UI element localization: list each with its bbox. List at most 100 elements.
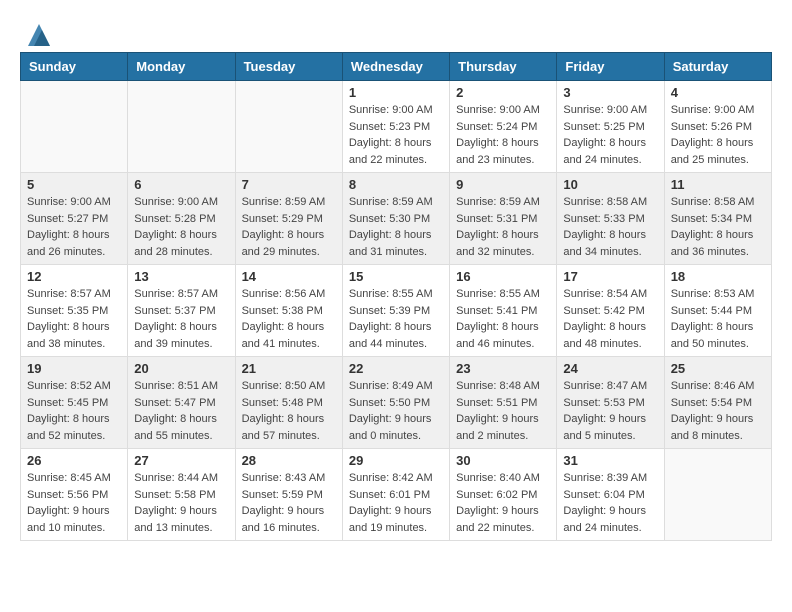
calendar-cell: 21 Sunrise: 8:50 AMSunset: 5:48 PMDayligh… xyxy=(235,357,342,449)
day-number: 28 xyxy=(242,453,336,468)
day-info: Sunrise: 8:59 AMSunset: 5:31 PMDaylight:… xyxy=(456,194,550,260)
day-number: 16 xyxy=(456,269,550,284)
day-number: 21 xyxy=(242,361,336,376)
day-number: 7 xyxy=(242,177,336,192)
day-number: 30 xyxy=(456,453,550,468)
day-number: 3 xyxy=(563,85,657,100)
logo-icon xyxy=(24,20,54,50)
day-number: 4 xyxy=(671,85,765,100)
day-info: Sunrise: 8:55 AMSunset: 5:41 PMDaylight:… xyxy=(456,286,550,352)
day-info: Sunrise: 8:52 AMSunset: 5:45 PMDaylight:… xyxy=(27,378,121,444)
calendar-week-row: 26 Sunrise: 8:45 AMSunset: 5:56 PMDayligh… xyxy=(21,449,772,541)
day-number: 17 xyxy=(563,269,657,284)
calendar-cell: 5Sunrise: 9:00 AMSunset: 5:27 PMDaylight… xyxy=(21,173,128,265)
day-number: 20 xyxy=(134,361,228,376)
calendar-cell: 22 Sunrise: 8:49 AMSunset: 5:50 PMDayligh… xyxy=(342,357,449,449)
calendar-cell: 7 Sunrise: 8:59 AMSunset: 5:29 PMDaylight… xyxy=(235,173,342,265)
day-info: Sunrise: 9:00 AMSunset: 5:26 PMDaylight:… xyxy=(671,102,765,168)
day-number: 10 xyxy=(563,177,657,192)
calendar-cell: 10Sunrise: 8:58 AMSunset: 5:33 PMDayligh… xyxy=(557,173,664,265)
calendar-cell: 16 Sunrise: 8:55 AMSunset: 5:41 PMDayligh… xyxy=(450,265,557,357)
day-number: 25 xyxy=(671,361,765,376)
weekday-header-saturday: Saturday xyxy=(664,53,771,81)
day-info: Sunrise: 8:55 AMSunset: 5:39 PMDaylight:… xyxy=(349,286,443,352)
page-header xyxy=(20,20,772,42)
day-info: Sunrise: 8:44 AMSunset: 5:58 PMDaylight:… xyxy=(134,470,228,536)
day-number: 24 xyxy=(563,361,657,376)
day-number: 27 xyxy=(134,453,228,468)
day-number: 22 xyxy=(349,361,443,376)
calendar-cell: 26 Sunrise: 8:45 AMSunset: 5:56 PMDayligh… xyxy=(21,449,128,541)
calendar-cell: 11 Sunrise: 8:58 AMSunset: 5:34 PMDayligh… xyxy=(664,173,771,265)
day-info: Sunrise: 8:54 AMSunset: 5:42 PMDaylight:… xyxy=(563,286,657,352)
weekday-header-row: SundayMondayTuesdayWednesdayThursdayFrid… xyxy=(21,53,772,81)
calendar-cell xyxy=(235,81,342,173)
calendar-table: SundayMondayTuesdayWednesdayThursdayFrid… xyxy=(20,52,772,541)
day-info: Sunrise: 8:58 AMSunset: 5:34 PMDaylight:… xyxy=(671,194,765,260)
day-info: Sunrise: 8:53 AMSunset: 5:44 PMDaylight:… xyxy=(671,286,765,352)
calendar-week-row: 5Sunrise: 9:00 AMSunset: 5:27 PMDaylight… xyxy=(21,173,772,265)
weekday-header-wednesday: Wednesday xyxy=(342,53,449,81)
day-info: Sunrise: 8:56 AMSunset: 5:38 PMDaylight:… xyxy=(242,286,336,352)
day-info: Sunrise: 8:57 AMSunset: 5:37 PMDaylight:… xyxy=(134,286,228,352)
calendar-cell: 3 Sunrise: 9:00 AMSunset: 5:25 PMDaylight… xyxy=(557,81,664,173)
day-info: Sunrise: 8:51 AMSunset: 5:47 PMDaylight:… xyxy=(134,378,228,444)
day-number: 19 xyxy=(27,361,121,376)
day-number: 9 xyxy=(456,177,550,192)
day-info: Sunrise: 8:45 AMSunset: 5:56 PMDaylight:… xyxy=(27,470,121,536)
calendar-cell: 4 Sunrise: 9:00 AMSunset: 5:26 PMDaylight… xyxy=(664,81,771,173)
day-number: 29 xyxy=(349,453,443,468)
weekday-header-thursday: Thursday xyxy=(450,53,557,81)
day-number: 14 xyxy=(242,269,336,284)
calendar-cell: 1 Sunrise: 9:00 AMSunset: 5:23 PMDaylight… xyxy=(342,81,449,173)
day-info: Sunrise: 8:43 AMSunset: 5:59 PMDaylight:… xyxy=(242,470,336,536)
day-number: 15 xyxy=(349,269,443,284)
calendar-cell: 6Sunrise: 9:00 AMSunset: 5:28 PMDaylight… xyxy=(128,173,235,265)
weekday-header-monday: Monday xyxy=(128,53,235,81)
calendar-cell: 13 Sunrise: 8:57 AMSunset: 5:37 PMDayligh… xyxy=(128,265,235,357)
day-number: 1 xyxy=(349,85,443,100)
day-number: 18 xyxy=(671,269,765,284)
day-info: Sunrise: 8:50 AMSunset: 5:48 PMDaylight:… xyxy=(242,378,336,444)
calendar-cell: 19 Sunrise: 8:52 AMSunset: 5:45 PMDayligh… xyxy=(21,357,128,449)
day-info: Sunrise: 9:00 AMSunset: 5:25 PMDaylight:… xyxy=(563,102,657,168)
day-number: 13 xyxy=(134,269,228,284)
logo xyxy=(20,20,54,42)
day-number: 31 xyxy=(563,453,657,468)
calendar-cell: 24 Sunrise: 8:47 AMSunset: 5:53 PMDayligh… xyxy=(557,357,664,449)
day-info: Sunrise: 9:00 AMSunset: 5:24 PMDaylight:… xyxy=(456,102,550,168)
day-number: 5 xyxy=(27,177,121,192)
calendar-cell: 15 Sunrise: 8:55 AMSunset: 5:39 PMDayligh… xyxy=(342,265,449,357)
calendar-cell: 31 Sunrise: 8:39 AMSunset: 6:04 PMDayligh… xyxy=(557,449,664,541)
day-info: Sunrise: 8:59 AMSunset: 5:29 PMDaylight:… xyxy=(242,194,336,260)
calendar-cell: 14 Sunrise: 8:56 AMSunset: 5:38 PMDayligh… xyxy=(235,265,342,357)
calendar-cell: 28 Sunrise: 8:43 AMSunset: 5:59 PMDayligh… xyxy=(235,449,342,541)
calendar-cell: 23Sunrise: 8:48 AMSunset: 5:51 PMDayligh… xyxy=(450,357,557,449)
calendar-cell: 9 Sunrise: 8:59 AMSunset: 5:31 PMDaylight… xyxy=(450,173,557,265)
calendar-cell xyxy=(128,81,235,173)
calendar-cell: 20 Sunrise: 8:51 AMSunset: 5:47 PMDayligh… xyxy=(128,357,235,449)
calendar-cell: 18 Sunrise: 8:53 AMSunset: 5:44 PMDayligh… xyxy=(664,265,771,357)
day-number: 11 xyxy=(671,177,765,192)
day-number: 8 xyxy=(349,177,443,192)
calendar-week-row: 1 Sunrise: 9:00 AMSunset: 5:23 PMDaylight… xyxy=(21,81,772,173)
day-number: 12 xyxy=(27,269,121,284)
calendar-cell: 29Sunrise: 8:42 AMSunset: 6:01 PMDayligh… xyxy=(342,449,449,541)
day-info: Sunrise: 8:46 AMSunset: 5:54 PMDaylight:… xyxy=(671,378,765,444)
day-number: 6 xyxy=(134,177,228,192)
day-info: Sunrise: 8:47 AMSunset: 5:53 PMDaylight:… xyxy=(563,378,657,444)
day-info: Sunrise: 8:48 AMSunset: 5:51 PMDaylight:… xyxy=(456,378,550,444)
day-number: 2 xyxy=(456,85,550,100)
calendar-cell: 2 Sunrise: 9:00 AMSunset: 5:24 PMDaylight… xyxy=(450,81,557,173)
day-info: Sunrise: 8:39 AMSunset: 6:04 PMDaylight:… xyxy=(563,470,657,536)
day-number: 26 xyxy=(27,453,121,468)
day-info: Sunrise: 8:49 AMSunset: 5:50 PMDaylight:… xyxy=(349,378,443,444)
calendar-cell: 12Sunrise: 8:57 AMSunset: 5:35 PMDayligh… xyxy=(21,265,128,357)
day-info: Sunrise: 8:40 AMSunset: 6:02 PMDaylight:… xyxy=(456,470,550,536)
weekday-header-sunday: Sunday xyxy=(21,53,128,81)
calendar-cell: 8Sunrise: 8:59 AMSunset: 5:30 PMDaylight… xyxy=(342,173,449,265)
day-info: Sunrise: 9:00 AMSunset: 5:23 PMDaylight:… xyxy=(349,102,443,168)
calendar-cell: 27 Sunrise: 8:44 AMSunset: 5:58 PMDayligh… xyxy=(128,449,235,541)
weekday-header-tuesday: Tuesday xyxy=(235,53,342,81)
calendar-week-row: 12Sunrise: 8:57 AMSunset: 5:35 PMDayligh… xyxy=(21,265,772,357)
